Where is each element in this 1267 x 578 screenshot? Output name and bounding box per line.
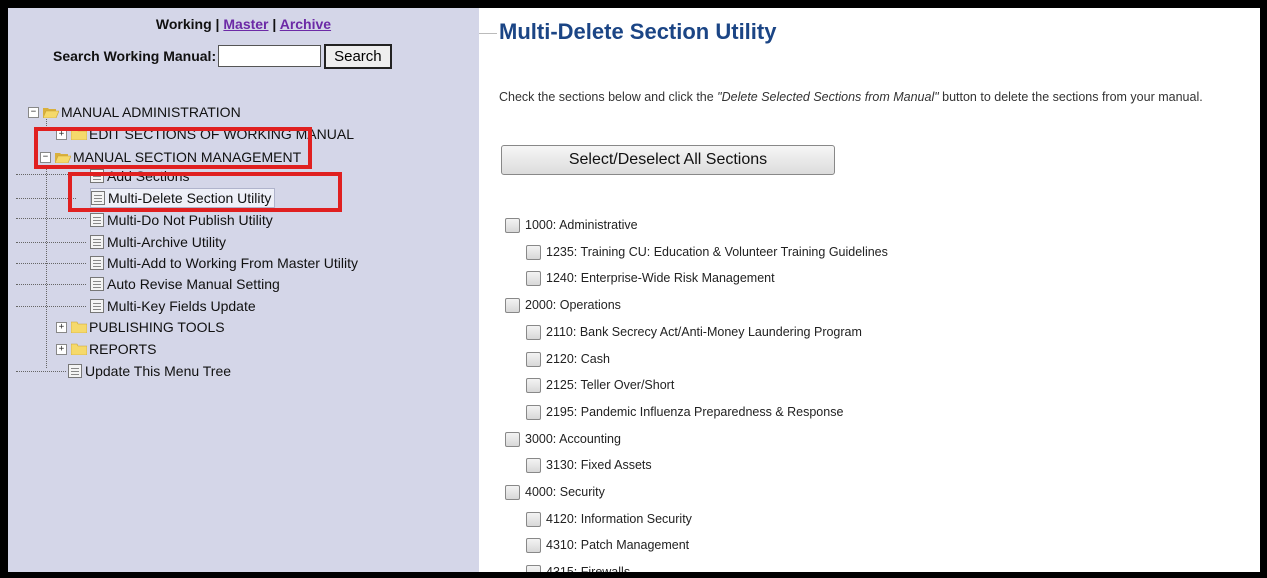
page-icon [90,256,104,270]
page-icon [90,299,104,313]
delete-button-reference: "Delete Selected Sections from Manual" [717,90,939,104]
tree-node-multi-add[interactable]: Multi-Add to Working From Master Utility [90,253,358,273]
section-checkbox[interactable] [526,324,541,340]
section-row[interactable]: 1235: Training CU: Education & Volunteer… [526,242,888,262]
highlight-box [68,172,342,212]
section-checkbox[interactable] [526,270,541,286]
app-frame: Working | Master | Archive Search Workin… [8,8,1260,572]
section-label: 4310: Patch Management [546,538,690,552]
tree-connector [16,306,86,307]
tree-connector [16,263,86,264]
section-checkbox[interactable] [505,297,520,313]
menu-tree: − MANUAL ADMINISTRATION + EDIT SECTIONS … [8,8,479,572]
title-rule [479,33,497,34]
tree-connector [16,242,86,243]
section-label: 3000: Accounting [525,432,621,446]
instructions-text: Check the sections below and click the "… [499,88,1259,107]
tree-connector [16,198,76,199]
tree-node-label: Multi-Do Not Publish Utility [107,212,273,228]
folder-icon [71,343,87,355]
section-label: 2195: Pandemic Influenza Preparedness & … [546,405,844,419]
section-checkbox[interactable] [526,377,541,393]
section-row[interactable]: 3130: Fixed Assets [526,455,652,475]
tree-node-multi-do-not-publish[interactable]: Multi-Do Not Publish Utility [90,210,273,230]
tree-node-label: MANUAL ADMINISTRATION [61,104,241,120]
tree-node-label: Auto Revise Manual Setting [107,276,280,292]
section-label: 4000: Security [525,485,605,499]
tree-connector [16,371,66,372]
section-row[interactable]: 1000: Administrative [505,215,638,235]
section-row[interactable]: 1240: Enterprise-Wide Risk Management [526,268,775,288]
section-row[interactable]: 2120: Cash [526,349,610,369]
folder-icon [71,321,87,333]
section-label: 4120: Information Security [546,512,692,526]
section-checkbox[interactable] [505,217,520,233]
folder-open-icon [43,108,59,118]
section-checkbox[interactable] [526,537,541,553]
collapse-icon[interactable]: − [28,106,39,118]
tree-node-label: PUBLISHING TOOLS [89,319,225,335]
select-all-button[interactable]: Select/Deselect All Sections [501,145,835,175]
tree-node-publishing-tools[interactable]: + PUBLISHING TOOLS [56,317,225,337]
page-icon [90,213,104,227]
sidebar: Working | Master | Archive Search Workin… [8,8,479,572]
section-label: 3130: Fixed Assets [546,458,652,472]
section-checkbox[interactable] [526,404,541,420]
section-label: 4315: Firewalls [546,565,631,572]
tree-connector [16,218,86,219]
tree-node-manual-administration[interactable]: − MANUAL ADMINISTRATION [28,102,241,122]
section-row[interactable]: 2000: Operations [505,295,621,315]
section-label: 1000: Administrative [525,218,638,232]
section-label: 1240: Enterprise-Wide Risk Management [546,271,775,285]
instructions-part: button to delete the sections from your … [938,90,1203,104]
highlight-box [34,127,312,169]
section-row[interactable]: 2195: Pandemic Influenza Preparedness & … [526,402,843,422]
section-checkbox[interactable] [526,244,541,260]
section-checkbox[interactable] [526,564,541,572]
tree-node-label: REPORTS [89,341,157,357]
tree-node-multi-key-fields[interactable]: Multi-Key Fields Update [90,296,256,316]
tree-connector [16,284,86,285]
section-label: 2125: Teller Over/Short [546,378,675,392]
tree-node-label: Update This Menu Tree [85,363,232,379]
section-row[interactable]: 3000: Accounting [505,429,621,449]
section-checkbox[interactable] [505,484,520,500]
section-label: 2110: Bank Secrecy Act/Anti-Money Launde… [546,325,862,339]
tree-node-label: Multi-Archive Utility [107,234,227,250]
section-checkbox[interactable] [526,351,541,367]
page-icon [90,277,104,291]
section-row[interactable]: 4120: Information Security [526,509,692,529]
page-icon [68,364,82,378]
expand-icon[interactable]: + [56,343,67,355]
tree-connector [16,174,76,175]
expand-icon[interactable]: + [56,321,67,333]
section-label: 1235: Training CU: Education & Volunteer… [546,245,888,259]
page-title: Multi-Delete Section Utility [499,19,777,44]
section-row[interactable]: 4315: Firewalls [526,562,630,572]
tree-node-label: Multi-Key Fields Update [107,298,256,314]
tree-node-auto-revise[interactable]: Auto Revise Manual Setting [90,274,280,294]
section-checkbox[interactable] [526,457,541,473]
tree-node-update-menu-tree[interactable]: Update This Menu Tree [68,361,231,381]
section-checkbox[interactable] [526,511,541,527]
section-label: 2120: Cash [546,352,610,366]
tree-node-multi-archive[interactable]: Multi-Archive Utility [90,232,226,252]
section-row[interactable]: 2110: Bank Secrecy Act/Anti-Money Launde… [526,322,862,342]
main-content: Multi-Delete Section Utility Check the s… [479,8,1260,572]
page-icon [90,235,104,249]
section-checkbox[interactable] [505,431,520,447]
section-row[interactable]: 4000: Security [505,482,605,502]
tree-node-reports[interactable]: + REPORTS [56,339,156,359]
section-label: 2000: Operations [525,298,621,312]
section-row[interactable]: 2125: Teller Over/Short [526,375,674,395]
section-row[interactable]: 4310: Patch Management [526,535,689,555]
instructions-part: Check the sections below and click the [499,90,718,104]
tree-node-label: Multi-Add to Working From Master Utility [107,255,359,271]
